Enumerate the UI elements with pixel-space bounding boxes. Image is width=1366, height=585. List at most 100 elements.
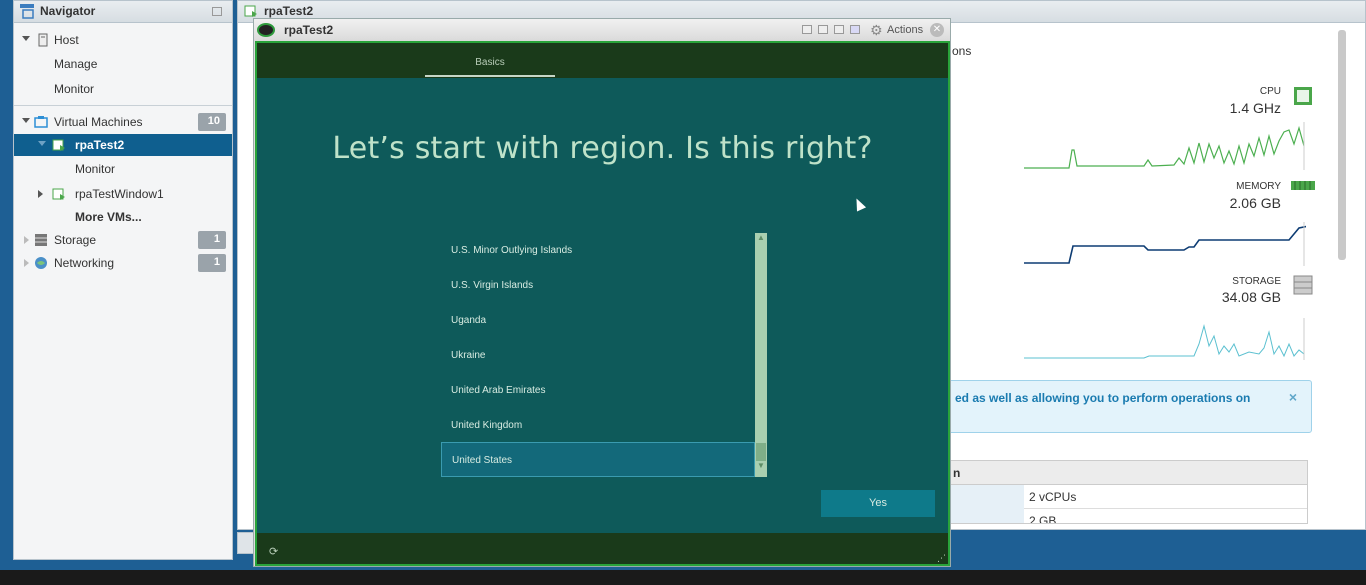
nav-item-vm-monitor[interactable]: Monitor [14, 158, 232, 180]
vm-hardware-title: n [953, 466, 961, 480]
table-cell-value: 2 GB [1029, 514, 1057, 524]
keyboard-flag-icon[interactable] [850, 25, 860, 34]
chevron-down-icon[interactable] [22, 118, 30, 123]
navigator-title: Navigator [40, 4, 96, 18]
nav-item-host[interactable]: Host [14, 29, 232, 51]
close-icon[interactable]: × [1289, 389, 1297, 405]
close-icon[interactable]: ✕ [930, 23, 944, 37]
info-banner-text: ed as well as allowing you to perform op… [955, 391, 1251, 405]
nav-divider [14, 105, 232, 106]
nav-item-rpatest2[interactable]: rpaTest2 [14, 134, 232, 156]
nav-item-storage[interactable]: Storage 1 [14, 229, 232, 251]
operations-text-fragment: ons [952, 44, 972, 58]
cpu-icon [1294, 87, 1312, 105]
navigator-panel: Navigator Host Manage Monitor Virtual Ma… [13, 0, 233, 560]
navigator-header: Navigator [14, 1, 232, 23]
nav-item-monitor[interactable]: Monitor [14, 78, 232, 100]
nav-item-more-vms[interactable]: More VMs... [14, 206, 232, 228]
nav-label-networking: Networking [54, 256, 115, 270]
memory-sparkline [1024, 222, 1306, 266]
actions-menu[interactable]: Actions [887, 24, 923, 36]
cpu-label: CPU [1259, 86, 1281, 97]
region-list-scrollbar[interactable]: ▲ ▼ [755, 233, 767, 477]
network-globe-icon [35, 257, 47, 269]
pin-icon[interactable] [212, 7, 222, 16]
vm-group-icon [34, 116, 48, 128]
cpu-sparkline [1024, 122, 1305, 170]
nav-label-host: Host [54, 33, 79, 47]
info-banner: ed as well as allowing you to perform op… [940, 380, 1312, 433]
memory-value: 2.06 GB [1229, 195, 1281, 211]
console-titlebar[interactable]: rpaTest2 ⚙ Actions ✕ [254, 19, 950, 41]
storage-count-badge: 1 [198, 231, 226, 249]
cpu-value: 1.4 GHz [1229, 100, 1281, 116]
window-icon[interactable] [834, 25, 844, 34]
nav-item-rpatestwindow1[interactable]: rpaTestWindow1 [14, 183, 232, 205]
accessibility-icon[interactable]: ⟳ [269, 545, 278, 558]
table-row: 2 GB [941, 509, 1307, 524]
nav-label-manage: Manage [54, 57, 98, 71]
chevron-up-icon[interactable]: ▲ [757, 233, 765, 242]
chevron-down-icon[interactable] [22, 36, 30, 41]
vm-console-window: rpaTest2 ⚙ Actions ✕ Basics Let’s start … [253, 18, 951, 567]
oobe-top-bar: Basics [257, 43, 948, 78]
networking-count-badge: 1 [198, 254, 226, 272]
vm-count-badge: 10 [198, 113, 226, 131]
nav-label-storage: Storage [54, 233, 97, 247]
nav-item-virtual-machines[interactable]: Virtual Machines 10 [14, 111, 232, 133]
region-list[interactable]: U.S. Minor Outlying Islands U.S. Virgin … [441, 233, 755, 477]
resize-grip-icon[interactable]: ⋰ [937, 553, 946, 564]
tab-basics[interactable]: Basics [425, 57, 555, 68]
nav-label-virtual-machines: Virtual Machines [54, 115, 143, 129]
storage-sparkline [1024, 318, 1305, 360]
guest-screen[interactable]: Basics Let’s start with region. Is this … [255, 41, 950, 566]
host-icon [38, 33, 48, 47]
memory-icon [1291, 181, 1315, 190]
bottom-taskbar [0, 570, 1366, 585]
fullscreen-icon[interactable] [818, 25, 828, 34]
console-icon [257, 23, 275, 37]
nav-item-manage[interactable]: Manage [14, 53, 232, 75]
workspace-title: rpaTest2 [264, 4, 314, 18]
page-title: Let’s start with region. Is this right? [332, 131, 873, 166]
vm-running-icon [52, 139, 65, 151]
nav-item-networking[interactable]: Networking 1 [14, 252, 232, 274]
list-item[interactable]: U.S. Virgin Islands [441, 268, 755, 303]
yes-button[interactable]: Yes [821, 490, 935, 517]
chevron-down-icon[interactable]: ▼ [757, 461, 765, 470]
gear-icon[interactable]: ⚙ [870, 22, 883, 39]
oobe-bottom-bar: ⟳ ⋰ [257, 533, 948, 564]
nav-label-vm-monitor: Monitor [75, 162, 116, 176]
scrollbar-thumb[interactable] [756, 443, 766, 461]
list-item[interactable]: United Kingdom [441, 408, 755, 443]
chevron-right-icon[interactable] [38, 190, 43, 198]
table-cell-key [941, 485, 1024, 509]
storage-disk-icon [1293, 275, 1313, 295]
list-item[interactable]: United Arab Emirates [441, 373, 755, 408]
mouse-cursor-icon [851, 196, 867, 212]
vm-hardware-header: n [941, 461, 1307, 485]
list-item[interactable]: Ukraine [441, 338, 755, 373]
storage-metric-value: 34.08 GB [1221, 289, 1281, 305]
workspace-scrollbar[interactable] [1338, 30, 1346, 260]
tab-underline [425, 75, 555, 77]
vm-hardware-table: n 2 vCPUs 2 GB [940, 460, 1308, 524]
table-cell-key [941, 509, 1024, 523]
storage-icon [35, 234, 47, 246]
chevron-right-icon[interactable] [24, 259, 29, 267]
console-title: rpaTest2 [284, 23, 334, 37]
table-row: 2 vCPUs [941, 485, 1307, 509]
list-item-selected[interactable]: United States [441, 442, 755, 477]
chevron-down-icon[interactable] [38, 141, 46, 146]
vsphere-logo-icon [20, 4, 34, 19]
nav-label-more-vms: More VMs... [75, 210, 142, 224]
storage-metric-label: STORAGE [1232, 276, 1281, 287]
list-item[interactable]: U.S. Minor Outlying Islands [441, 233, 755, 268]
list-item[interactable]: Uganda [441, 303, 755, 338]
nav-label-monitor: Monitor [54, 82, 95, 96]
vm-running-icon [52, 188, 65, 200]
send-ctrl-alt-del-icon[interactable] [802, 25, 812, 34]
nav-label-rpatestwindow1: rpaTestWindow1 [75, 187, 164, 201]
chevron-right-icon[interactable] [24, 236, 29, 244]
vm-running-icon [244, 5, 257, 17]
